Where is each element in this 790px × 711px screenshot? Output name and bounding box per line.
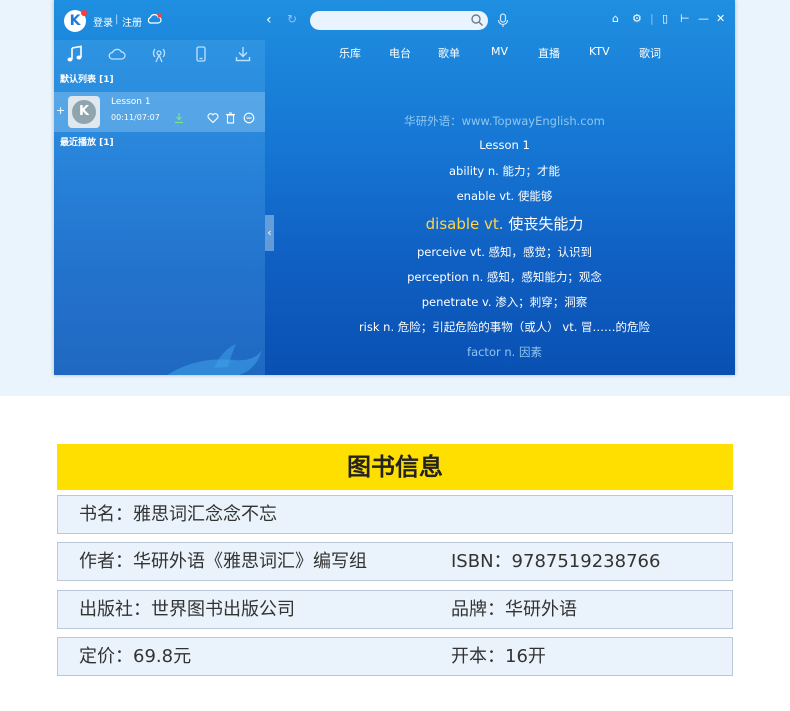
lyric-line: enable vt. 使能够	[456, 189, 553, 203]
download-icon[interactable]	[234, 45, 252, 63]
recent-playlist-header[interactable]: 最近播放 [1]	[60, 135, 114, 148]
close-button[interactable]: ✕	[716, 12, 725, 25]
default-playlist-header[interactable]: 默认列表 [1]	[60, 72, 114, 85]
tab-playlists[interactable]: 歌单	[438, 45, 460, 61]
notification-dot	[81, 10, 87, 16]
sidebar-collapse-handle[interactable]: ‹	[265, 215, 274, 251]
book-title: 书名：雅思词汇念念不忘	[79, 504, 277, 525]
book-info-row: 定价：69.8元 开本：16开	[57, 637, 733, 676]
login-link[interactable]: 登录	[93, 14, 113, 29]
lyric-line: penetrate v. 渗入；刺穿；洞察	[421, 295, 588, 309]
skin-icon[interactable]: ⌂	[612, 12, 619, 25]
tab-ktv[interactable]: KTV	[589, 45, 610, 58]
heart-icon[interactable]	[207, 112, 219, 124]
lyric-line: factor n. 因素	[467, 345, 542, 359]
tab-lyrics[interactable]: 歌词	[639, 45, 661, 61]
titlebar-divider: |	[650, 12, 654, 25]
tab-library[interactable]: 乐库	[339, 45, 361, 61]
song-title: Lesson 1	[111, 97, 151, 107]
search-input[interactable]	[310, 11, 488, 30]
book-publisher: 出版社：世界图书出版公司	[79, 599, 295, 620]
list-item[interactable]: + K Lesson 1 00:11/07:07	[54, 92, 265, 132]
register-link[interactable]: 注册	[122, 14, 142, 29]
lyric-highlight: disable vt.	[425, 215, 504, 233]
mini-mode-icon[interactable]: ▯	[662, 12, 668, 25]
title-bar: K 登录 | 注册 ‹ ↻ ⌂ ⚙ | ▯ ⊢ — ✕	[54, 0, 735, 40]
settings-gear-icon[interactable]: ⚙	[632, 12, 642, 25]
book-info-row: 书名：雅思词汇念念不忘	[57, 495, 733, 534]
book-isbn: ISBN：9787519238766	[451, 551, 661, 572]
book-brand: 品牌：华研外语	[451, 599, 577, 620]
refresh-button[interactable]: ↻	[287, 12, 297, 26]
song-cover: K	[68, 96, 100, 128]
login-separator: |	[115, 14, 119, 25]
back-button[interactable]: ‹	[266, 12, 272, 28]
cloud-upload-icon[interactable]	[146, 13, 162, 25]
sidebar: 默认列表 [1] + K Lesson 1 00:11/07:07 最近播放 […	[54, 40, 265, 375]
minimize-button[interactable]: —	[698, 12, 709, 25]
book-price: 定价：69.8元	[79, 646, 192, 667]
music-note-icon[interactable]	[66, 45, 84, 63]
lyric-line: Lesson 1	[479, 138, 530, 152]
lyric-line: perception n. 感知，感知能力；观念	[407, 270, 602, 284]
whale-decoration-icon	[167, 344, 262, 375]
song-progress-time: 00:11/07:07	[111, 113, 160, 122]
lyric-line: perceive vt. 感知，感觉；认识到	[416, 245, 593, 259]
downloaded-icon[interactable]	[173, 112, 185, 124]
book-info-row: 作者：华研外语《雅思词汇》编写组 ISBN：9787519238766	[57, 542, 733, 581]
lyric-current-rest: 使丧失能力	[503, 215, 584, 233]
lyric-line: ability n. 能力；才能	[448, 164, 560, 178]
tab-radio[interactable]: 电台	[389, 45, 411, 61]
book-author: 作者：华研外语《雅思词汇》编写组	[79, 551, 367, 572]
lyric-line: 华研外语：www.TopwayEnglish.com	[404, 114, 605, 128]
book-info-row: 出版社：世界图书出版公司 品牌：华研外语	[57, 590, 733, 629]
banner-background: K 登录 | 注册 ‹ ↻ ⌂ ⚙ | ▯ ⊢ — ✕ 默认列表 [1] + K…	[0, 0, 790, 396]
phone-icon[interactable]	[192, 45, 210, 63]
tab-mv[interactable]: MV	[491, 45, 508, 58]
microphone-icon[interactable]	[497, 13, 509, 28]
dock-icon[interactable]: ⊢	[680, 12, 690, 25]
trash-icon[interactable]	[225, 112, 236, 124]
search-icon[interactable]	[470, 13, 484, 27]
cover-logo-icon: K	[72, 100, 96, 124]
add-icon[interactable]: +	[56, 104, 65, 117]
music-player-window: K 登录 | 注册 ‹ ↻ ⌂ ⚙ | ▯ ⊢ — ✕ 默认列表 [1] + K…	[54, 0, 735, 375]
book-info-header: 图书信息	[57, 444, 733, 490]
lyric-line: risk n. 危险；引起危险的事物（或人） vt. 冒……的危险	[358, 320, 651, 334]
book-format: 开本：16开	[451, 646, 546, 667]
radio-icon[interactable]	[150, 45, 168, 63]
lyric-line-current: disable vt. 使丧失能力	[274, 213, 735, 234]
cloud-icon[interactable]	[108, 45, 126, 63]
remove-icon[interactable]	[243, 112, 255, 124]
tab-live[interactable]: 直播	[538, 45, 560, 61]
